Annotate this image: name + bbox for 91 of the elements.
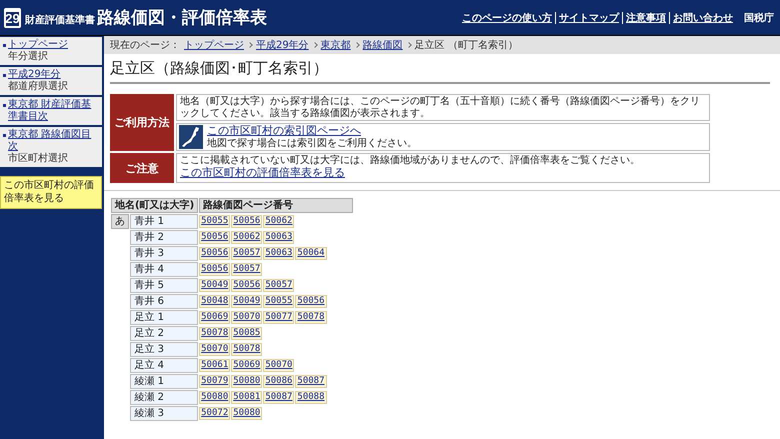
page-number-link[interactable]: 50088 <box>295 391 327 404</box>
page-number-link[interactable]: 50048 <box>199 295 230 308</box>
page-number-link[interactable]: 50086 <box>263 375 294 388</box>
page-number-link[interactable]: 50063 <box>263 231 294 244</box>
header-link[interactable]: このページの使い方 <box>462 10 552 24</box>
page-number-link[interactable]: 50055 <box>263 295 294 308</box>
page-number-link[interactable]: 50072 <box>199 407 230 420</box>
page-number-link[interactable]: 50061 <box>199 359 230 372</box>
place-name-cell: 青井 1 <box>130 214 198 230</box>
page-number-link[interactable]: 50081 <box>231 391 262 404</box>
page-number-link[interactable]: 50079 <box>199 375 230 388</box>
section-label: ご利用方法 <box>110 94 174 152</box>
place-name-cell: 足立 2 <box>130 326 198 342</box>
agency-name: 国税庁 <box>744 12 774 24</box>
breadcrumb-link[interactable]: 東京都 <box>320 38 351 52</box>
page-number-link[interactable]: 50057 <box>231 263 262 276</box>
page-number-link[interactable]: 50078 <box>231 343 262 356</box>
breadcrumb-link[interactable]: トップページ <box>184 38 244 52</box>
place-name-cell: 青井 5 <box>130 278 198 294</box>
bullet-icon <box>3 134 6 137</box>
instruction-text: 地名（町又は大字）から探す場合には、このページの町丁名（五十音順）に続く番号（路線価図ページ番号）をクリックしてください。該当する路線価図が表示されます。 <box>176 94 710 121</box>
breadcrumb-current: 足立区 （町丁名索引） <box>414 38 518 52</box>
index-link[interactable]: この市区町村の索引図ページへ <box>207 124 361 137</box>
page-number-link[interactable]: 50062 <box>231 231 262 244</box>
kana-cell: あ <box>111 214 130 230</box>
page-number-link[interactable]: 50056 <box>231 215 262 228</box>
place-name-cell: 青井 6 <box>130 294 198 310</box>
page-number-link[interactable]: 50070 <box>263 359 294 372</box>
bullet-icon <box>3 104 6 107</box>
page-number-link[interactable]: 50070 <box>231 311 262 324</box>
sidebar-link[interactable]: 東京都 路線価図目次 <box>8 129 99 153</box>
page-title: 足立区（路線価図･町丁名索引） <box>110 59 770 84</box>
page-number-link[interactable]: 50064 <box>295 247 327 260</box>
sidebar-link[interactable]: 平成29年分 <box>8 69 61 81</box>
place-name-cell: 綾瀬 2 <box>130 390 198 406</box>
bullet-icon <box>3 44 6 47</box>
site-title: 路線価図・評価倍率表 <box>97 7 267 29</box>
page-number-link[interactable]: 50056 <box>231 279 262 292</box>
page-number-link[interactable]: 50085 <box>231 327 262 340</box>
calendar-icon: 29 <box>4 8 21 28</box>
place-name-cell: 足立 3 <box>130 342 198 358</box>
column-header: 地名(町又は大字) <box>111 198 198 214</box>
place-name-cell: 綾瀬 1 <box>130 374 198 390</box>
highlight-link[interactable]: この市区町村の評価倍率表を見る <box>0 176 102 209</box>
breadcrumb-link[interactable]: 路線価図 <box>362 38 403 52</box>
header-link[interactable]: お問い合わせ <box>673 10 733 24</box>
header-link[interactable]: 注意事項 <box>626 10 666 24</box>
page-number-link[interactable]: 50049 <box>199 279 230 292</box>
page-number-link[interactable]: 50078 <box>295 311 327 324</box>
page-number-link[interactable]: 50080 <box>199 391 230 404</box>
index-note: 地図で探す場合には索引図をご利用ください。 <box>207 138 417 150</box>
sidebar-caption: 都道府県選択 <box>8 81 69 93</box>
place-name-cell: 綾瀬 3 <box>130 406 198 422</box>
sidebar-link[interactable]: トップページ <box>8 39 68 51</box>
multiplier-link[interactable]: この市区町村の評価倍率表を見る <box>180 166 345 179</box>
place-name-cell: 青井 4 <box>130 262 198 278</box>
page-number-link[interactable]: 50056 <box>199 263 230 276</box>
page-number-link[interactable]: 50070 <box>199 343 230 356</box>
sidebar-caption: 年分選択 <box>8 51 49 63</box>
page-number-link[interactable]: 50077 <box>263 311 294 324</box>
page-number-link[interactable]: 50055 <box>199 215 230 228</box>
page-number-link[interactable]: 50080 <box>231 375 262 388</box>
place-name-cell: 青井 3 <box>130 246 198 262</box>
page-number-link[interactable]: 50057 <box>263 279 294 292</box>
place-name-cell: 青井 2 <box>130 230 198 246</box>
section-label: ご注意 <box>110 153 174 184</box>
bullet-icon <box>3 74 6 77</box>
page-number-link[interactable]: 50087 <box>263 391 294 404</box>
page-number-link[interactable]: 50056 <box>199 231 230 244</box>
column-header: 路線価図ページ番号 <box>199 198 354 214</box>
page-number-link[interactable]: 50056 <box>295 295 327 308</box>
page-number-link[interactable]: 50069 <box>231 359 262 372</box>
page-number-link[interactable]: 50057 <box>231 247 262 260</box>
page-number-link[interactable]: 50069 <box>199 311 230 324</box>
breadcrumb-link[interactable]: 平成29年分 <box>256 38 309 52</box>
breadcrumb-label: 現在のページ： <box>110 39 180 52</box>
page-number-link[interactable]: 50063 <box>263 247 294 260</box>
place-name-cell: 足立 4 <box>130 358 198 374</box>
page-number-link[interactable]: 50049 <box>231 295 262 308</box>
page-number-link[interactable]: 50078 <box>199 327 230 340</box>
sidebar-link[interactable]: 東京都 財産評価基準書目次 <box>8 99 99 123</box>
notice-text: ここに掲載されていない町又は大字には、路線価地域がありませんので、評価倍率表をご覧ください。 <box>180 155 641 166</box>
chevron-icon <box>247 42 253 48</box>
page-number-link[interactable]: 50056 <box>199 247 230 260</box>
place-name-cell: 足立 1 <box>130 310 198 326</box>
site-subtitle: 財産評価基準書 <box>25 13 95 27</box>
sidebar-caption: 市区町村選択 <box>8 153 69 165</box>
page-number-link[interactable]: 50080 <box>231 407 262 420</box>
page-number-link[interactable]: 50087 <box>295 375 327 388</box>
header-link[interactable]: サイトマップ <box>559 10 619 24</box>
page-number-link[interactable]: 50062 <box>263 215 294 228</box>
